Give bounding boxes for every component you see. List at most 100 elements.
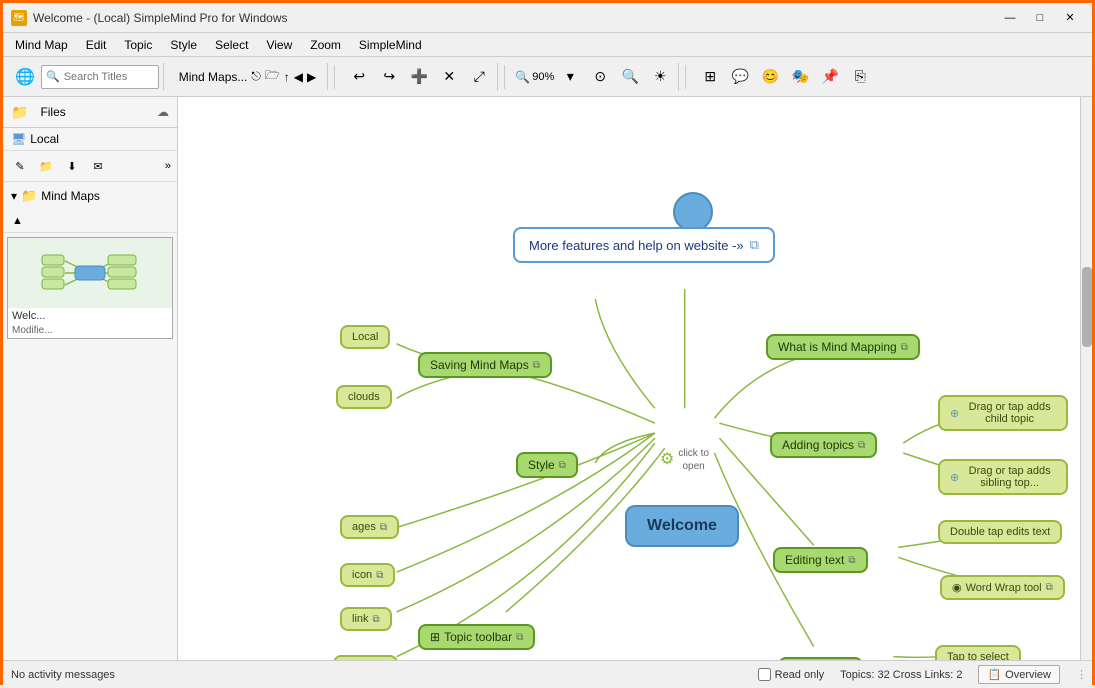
new-icon: ⎋ [251, 69, 261, 84]
menu-edit[interactable]: Edit [78, 36, 115, 54]
zoom-group: 🔍 90% ▾ ⊙ 🔍 ☀ [511, 63, 679, 91]
toolbar-sep2 [504, 65, 505, 89]
read-only-check[interactable] [758, 668, 771, 681]
node-word-wrap[interactable]: ◉ Word Wrap tool ⧉ [940, 575, 1065, 600]
sticker-button[interactable]: 🎭 [786, 63, 814, 91]
tree-mind-maps[interactable]: ▾ 📁 Mind Maps [11, 186, 169, 206]
brightness-button[interactable]: ☀ [646, 63, 674, 91]
node-clouds[interactable]: clouds [336, 385, 392, 409]
menu-view[interactable]: View [258, 36, 300, 54]
mind-maps-tree: ▾ 📁 Mind Maps [3, 182, 177, 210]
focus-button[interactable]: ⊙ [586, 63, 614, 91]
open-icon: 🗁 [265, 66, 280, 87]
menu-topic[interactable]: Topic [116, 36, 160, 54]
read-only-checkbox[interactable]: Read only [758, 668, 825, 681]
sidebar-new-btn[interactable]: ✎ [9, 155, 31, 177]
maximize-button[interactable]: □ [1026, 8, 1054, 28]
node-style[interactable]: Style ⧉ [516, 452, 578, 478]
node-adding-topics[interactable]: Adding topics ⧉ [770, 432, 877, 458]
search-input[interactable] [64, 71, 154, 83]
mindmaps-button[interactable]: Mind Maps... ⎋ 🗁 ↑ ◀ ▶ [172, 63, 324, 90]
sidebar-download-btn[interactable]: ⬇ [61, 155, 83, 177]
toolbar-sep3 [685, 65, 686, 89]
node-layout[interactable]: layout ⧉ [333, 655, 398, 660]
comment-button[interactable]: 💬 [726, 63, 754, 91]
search-button2[interactable]: 🔍 [616, 63, 644, 91]
local-icon: 🖥 [11, 132, 26, 146]
sidebar-files-section: 📁 Files ☁ [3, 97, 177, 128]
zoom-label: 90% [532, 71, 554, 83]
node-selecting[interactable]: Selecting ⧉ [778, 657, 863, 660]
scrollbar-thumb[interactable] [1082, 267, 1092, 347]
files-label[interactable]: Files [34, 103, 71, 121]
status-bar: No activity messages Read only Topics: 3… [3, 660, 1092, 688]
connect-button[interactable]: ⤢ [465, 63, 493, 91]
node-what-mindmapping[interactable]: What is Mind Mapping ⧉ [766, 334, 920, 360]
editing-ext-icon: ⧉ [848, 555, 855, 566]
activity-messages: No activity messages [11, 669, 742, 681]
canvas-scrollbar[interactable] [1080, 97, 1092, 660]
node-feature-banner[interactable]: More features and help on website -» ⧉ [513, 227, 775, 263]
toolbar-sep1 [334, 65, 335, 89]
sidebar-thumbnails: Welc... Modifie... [3, 233, 177, 660]
saving-ext-icon: ⧉ [533, 360, 540, 371]
drag-sibling-plus: ⊕ [950, 471, 959, 484]
cloud-icon: ☁ [157, 105, 169, 119]
node-drag-child[interactable]: ⊕ Drag or tap adds child topic [938, 395, 1068, 431]
menu-zoom[interactable]: Zoom [302, 36, 349, 54]
node-drag-sibling[interactable]: ⊕ Drag or tap adds sibling top... [938, 459, 1068, 495]
close-button[interactable]: ✕ [1056, 8, 1084, 28]
feature-banner-text: More features and help on website -» [529, 238, 744, 253]
adding-label: Adding topics [782, 438, 854, 452]
sidebar-share-btn[interactable]: ✉ [87, 155, 109, 177]
style-label: Style [528, 458, 555, 472]
emoji-button[interactable]: 😊 [756, 63, 784, 91]
node-top[interactable] [673, 192, 713, 232]
app-icon: 🗺 [11, 10, 27, 26]
editing-label: Editing text [785, 553, 844, 567]
menu-simplemind[interactable]: SimpleMind [351, 36, 430, 54]
node-tap-select[interactable]: Tap to select [935, 645, 1021, 660]
back-icon[interactable]: ◀ [294, 70, 303, 84]
thumbnail-label: Welc... [8, 308, 172, 324]
node-double-tap[interactable]: Double tap edits text [938, 520, 1062, 544]
node-local[interactable]: Local [340, 325, 390, 349]
topics-count: Topics: 32 Cross Links: 2 [840, 669, 962, 681]
drag-sibling-label: Drag or tap adds sibling top... [963, 465, 1056, 489]
home-icon[interactable]: 🌐 [11, 63, 39, 91]
arrange-button[interactable]: ⊞ [696, 63, 724, 91]
node-link[interactable]: link ⧉ [340, 607, 392, 631]
node-editing-text[interactable]: Editing text ⧉ [773, 547, 868, 573]
redo-button[interactable]: ↪ [375, 63, 403, 91]
add-button[interactable]: ➕ [405, 63, 433, 91]
node-center-welcome[interactable]: Welcome [625, 505, 739, 547]
canvas[interactable]: More features and help on website -» ⧉ W… [178, 97, 1092, 660]
zoom-dropdown[interactable]: ▾ [556, 63, 584, 91]
pin-button[interactable]: 📌 [816, 63, 844, 91]
node-ages[interactable]: ages ⧉ [340, 515, 399, 539]
drag-child-plus: ⊕ [950, 407, 959, 420]
node-saving-mindmaps[interactable]: Saving Mind Maps ⧉ [418, 352, 552, 378]
search-icon: 🔍 [46, 70, 60, 83]
menu-select[interactable]: Select [207, 36, 256, 54]
sidebar-up-btn[interactable]: ▲ [7, 213, 28, 229]
node-topic-toolbar[interactable]: ⊞ Topic toolbar ⧉ [418, 624, 535, 650]
window-controls: — □ ✕ [996, 8, 1084, 28]
overview-button[interactable]: 📋 Overview [978, 665, 1060, 684]
undo-button[interactable]: ↩ [345, 63, 373, 91]
tree-folder-icon: 📁 [21, 188, 37, 204]
forward-icon[interactable]: ▶ [307, 70, 316, 84]
tap-select-label: Tap to select [947, 651, 1009, 660]
menu-mindmap[interactable]: Mind Map [7, 36, 76, 54]
delete-button[interactable]: ✕ [435, 63, 463, 91]
resize-handle[interactable]: ⋮ [1076, 668, 1084, 681]
sidebar-folder-btn[interactable]: 📁 [35, 155, 57, 177]
thumbnail-card[interactable]: Welc... Modifie... [7, 237, 173, 339]
menu-style[interactable]: Style [162, 36, 205, 54]
sidebar-more-btn[interactable]: » [165, 160, 171, 172]
node-icon[interactable]: icon ⧉ [340, 563, 395, 587]
minimize-button[interactable]: — [996, 8, 1024, 28]
topic-toolbar-ext-icon: ⧉ [516, 632, 523, 643]
export-button[interactable]: ⎘ [846, 63, 874, 91]
sidebar-local[interactable]: 🖥 Local [3, 128, 177, 151]
